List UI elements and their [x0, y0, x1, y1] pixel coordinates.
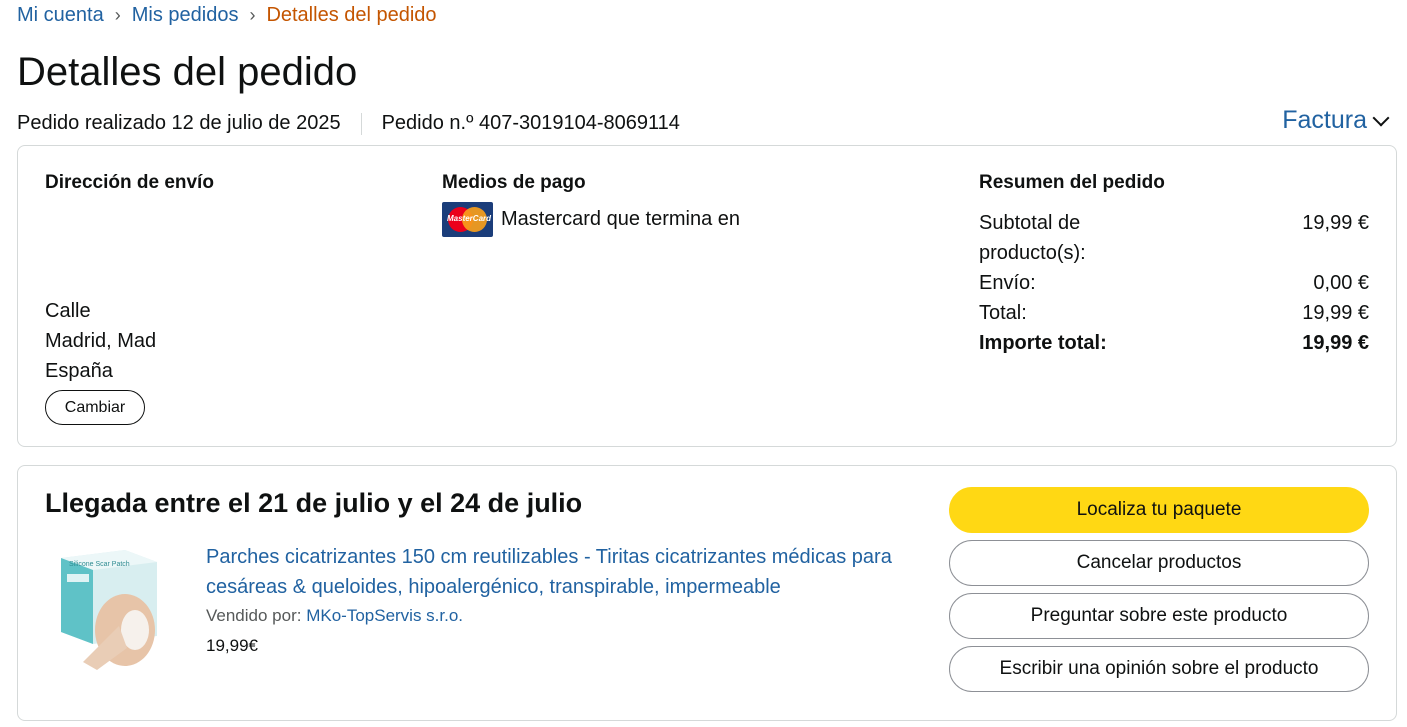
summary-heading: Resumen del pedido — [979, 172, 1165, 193]
order-summary: Subtotal de producto(s): 19,99 € Envío: … — [979, 208, 1369, 358]
address-line: Calle — [45, 300, 91, 322]
order-number: Pedido n.º 407-3019104-8069114 — [381, 112, 680, 134]
page-title: Detalles del pedido — [17, 50, 358, 94]
summary-row-total: Total: 19,99 € — [979, 302, 1369, 324]
ask-product-question-button[interactable]: Preguntar sobre este producto — [949, 593, 1369, 639]
chevron-down-icon — [1372, 109, 1390, 126]
summary-row-shipping: Envío: 0,00 € — [979, 272, 1369, 294]
svg-text:Silicone Scar Patch: Silicone Scar Patch — [69, 561, 130, 568]
change-address-button[interactable]: Cambiar — [45, 390, 145, 425]
write-review-button[interactable]: Escribir una opinión sobre el producto — [949, 646, 1369, 692]
shipping-heading: Dirección de envío — [45, 172, 214, 193]
order-meta: Pedido realizado 12 de julio de 2025 Ped… — [17, 112, 680, 135]
cancel-items-button[interactable]: Cancelar productos — [949, 540, 1369, 586]
breadcrumb: Mi cuenta › Mis pedidos › Detalles del p… — [17, 4, 437, 27]
payment-heading: Medios de pago — [442, 172, 586, 193]
payment-method: MasterCard Mastercard que termina en — [442, 202, 753, 237]
payment-method-text: Mastercard que termina en — [501, 208, 741, 230]
shipment-panel: Llegada entre el 21 de julio y el 24 de … — [17, 465, 1397, 721]
summary-row-subtotal: Subtotal de producto(s): 19,99 € — [979, 212, 1369, 264]
breadcrumb-current: Detalles del pedido — [266, 4, 437, 26]
sold-by-label: Vendido por: — [206, 606, 302, 625]
order-placed-date: Pedido realizado 12 de julio de 2025 — [17, 112, 341, 134]
track-package-button[interactable]: Localiza tu paquete — [949, 487, 1369, 533]
address-line: España — [45, 360, 113, 382]
breadcrumb-separator: › — [114, 5, 121, 25]
product-image[interactable]: Silicone Scar Patch — [53, 544, 163, 672]
invoice-dropdown[interactable]: Factura — [1282, 106, 1390, 135]
shipping-address: Calle Madrid, Mad España — [45, 296, 167, 386]
seller-link[interactable]: MKo-TopServis s.r.o. — [306, 606, 463, 625]
mastercard-icon: MasterCard — [442, 202, 493, 237]
invoice-label: Factura — [1282, 106, 1367, 134]
address-line: Madrid, Mad — [45, 330, 157, 352]
breadcrumb-my-orders-link[interactable]: Mis pedidos — [132, 4, 239, 27]
product-price: 19,99€ — [206, 636, 258, 655]
meta-divider — [360, 112, 362, 135]
product-title-link[interactable]: Parches cicatrizantes 150 cm reutilizabl… — [206, 542, 906, 602]
summary-row-grand-total: Importe total: 19,99 € — [979, 332, 1369, 354]
arrival-date-heading: Llegada entre el 21 de julio y el 24 de … — [45, 488, 583, 518]
breadcrumb-my-account-link[interactable]: Mi cuenta — [17, 4, 104, 27]
breadcrumb-separator: › — [249, 5, 256, 25]
order-info-panel: Dirección de envío Calle Madrid, Mad Esp… — [17, 145, 1397, 447]
seller-info: Vendido por: MKo-TopServis s.r.o. — [206, 606, 463, 626]
